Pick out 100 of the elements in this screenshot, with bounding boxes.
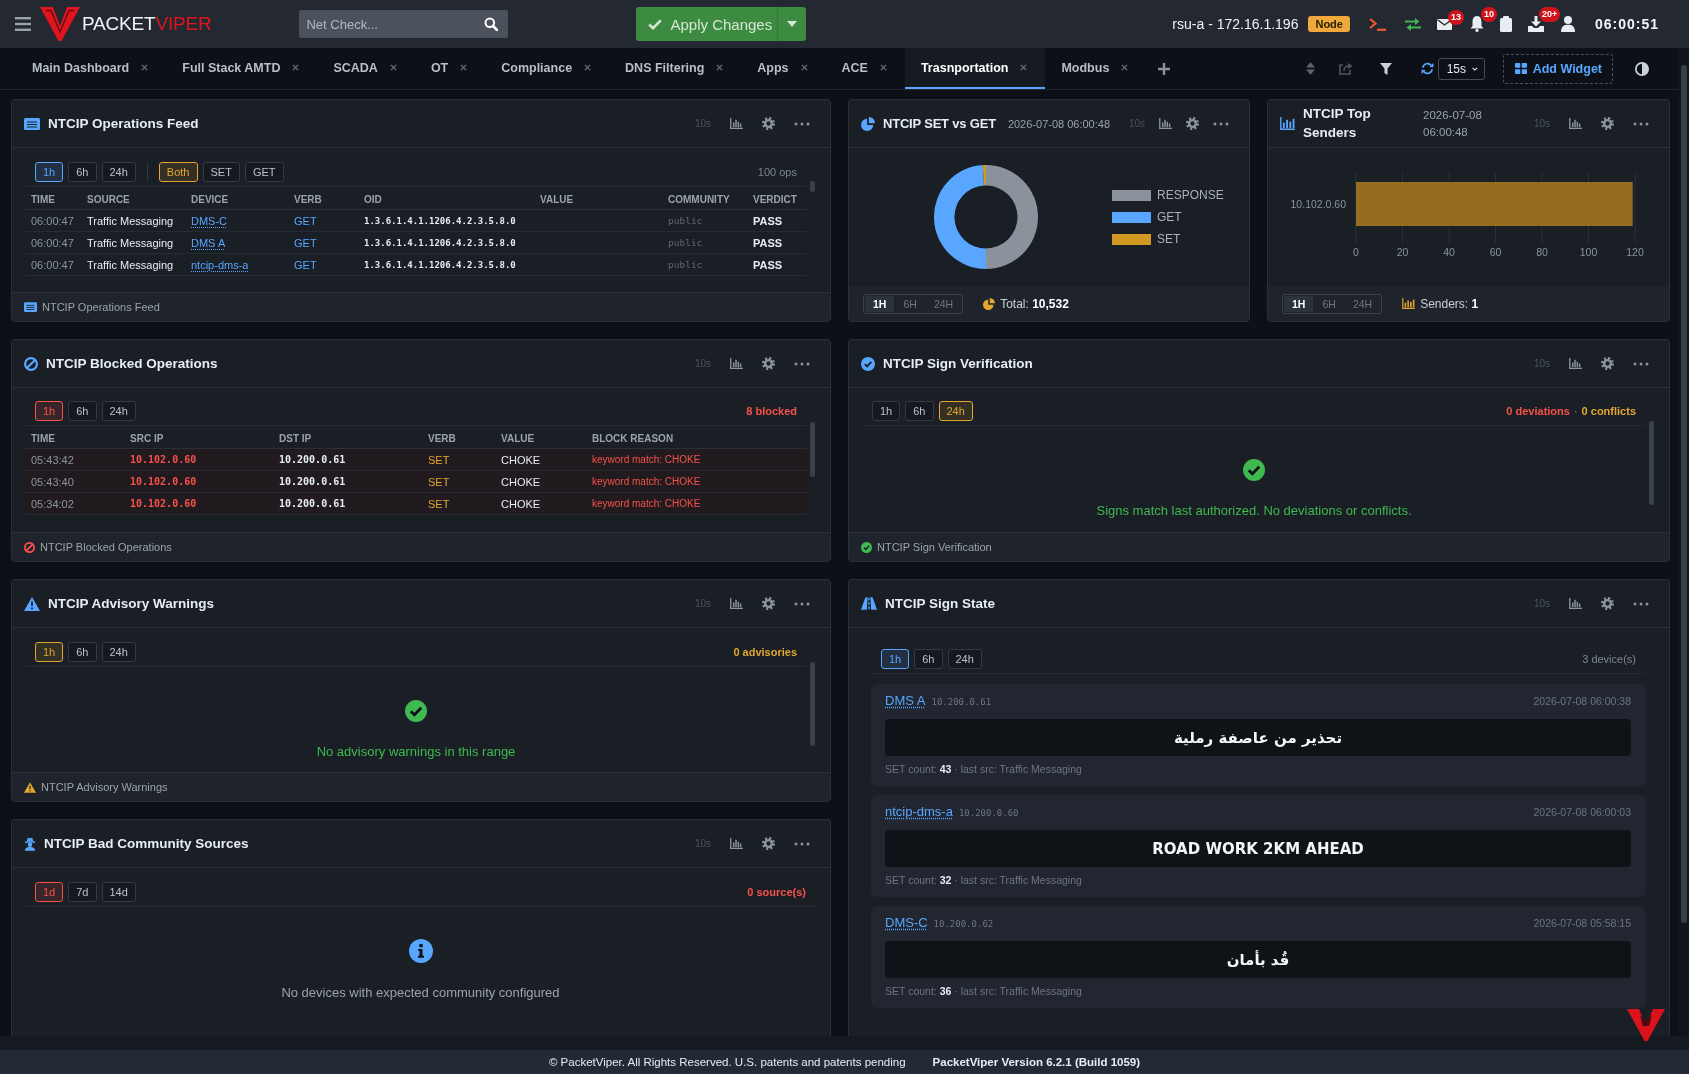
download-icon[interactable] bbox=[1527, 16, 1544, 32]
more-icon[interactable] bbox=[794, 841, 810, 846]
more-icon[interactable] bbox=[1633, 361, 1649, 366]
dropdown-button[interactable] bbox=[777, 7, 807, 41]
range-button[interactable]: 1h bbox=[35, 400, 64, 421]
bell-icon[interactable] bbox=[1469, 16, 1484, 32]
settings-icon[interactable] bbox=[762, 597, 775, 610]
bar-chart-icon[interactable] bbox=[1159, 118, 1172, 129]
share-icon[interactable] bbox=[1338, 62, 1353, 75]
range-button[interactable]: 7d bbox=[68, 881, 97, 902]
device-link[interactable]: DMS A bbox=[885, 693, 926, 708]
range-button[interactable]: 6h bbox=[905, 400, 934, 421]
more-icon[interactable] bbox=[794, 601, 810, 606]
tab[interactable]: Compliance bbox=[485, 48, 610, 89]
device-link[interactable]: DMS-C bbox=[191, 214, 228, 227]
sort-icon[interactable] bbox=[1305, 62, 1315, 75]
bar-chart-icon[interactable] bbox=[730, 838, 743, 849]
more-icon[interactable] bbox=[1633, 601, 1649, 606]
close-icon[interactable] bbox=[292, 64, 300, 71]
tab[interactable]: Main Dashboard bbox=[16, 48, 167, 89]
settings-icon[interactable] bbox=[762, 837, 775, 850]
range-button[interactable]: 1h bbox=[872, 400, 901, 421]
settings-icon[interactable] bbox=[1601, 117, 1614, 130]
range-button[interactable]: 6h bbox=[68, 161, 97, 182]
settings-icon[interactable] bbox=[762, 357, 775, 370]
range-button[interactable]: 1h bbox=[35, 641, 64, 662]
close-icon[interactable] bbox=[1020, 64, 1028, 71]
range-button[interactable]: 1H bbox=[865, 295, 895, 312]
menu-icon[interactable] bbox=[15, 17, 31, 31]
plus-icon[interactable] bbox=[1158, 62, 1171, 75]
search-field[interactable]: Net Check... bbox=[299, 10, 509, 38]
tab[interactable]: DNS Filtering bbox=[609, 48, 742, 89]
bar-chart-icon[interactable] bbox=[730, 598, 743, 609]
range-button[interactable]: Both bbox=[158, 161, 198, 182]
close-icon[interactable] bbox=[800, 64, 808, 71]
range-button[interactable]: 24h bbox=[101, 161, 136, 182]
range-button[interactable]: 1h bbox=[881, 648, 910, 669]
interval-select[interactable]: 15s bbox=[1437, 57, 1485, 80]
more-icon[interactable] bbox=[794, 361, 810, 366]
add-widget-button[interactable]: Add Widget bbox=[1502, 53, 1613, 84]
range-button[interactable]: 1h bbox=[35, 161, 64, 182]
bar-chart-icon[interactable] bbox=[1569, 598, 1582, 609]
settings-icon[interactable] bbox=[1601, 357, 1614, 370]
search-icon[interactable] bbox=[484, 17, 499, 31]
range-button[interactable]: 6h bbox=[68, 641, 97, 662]
device-link[interactable]: ntcip-dms-a bbox=[191, 258, 249, 271]
tab[interactable]: ACE bbox=[825, 48, 905, 89]
range-button[interactable]: 24h bbox=[101, 641, 136, 662]
tab[interactable]: Trasnportation bbox=[904, 48, 1046, 89]
scrollbar[interactable] bbox=[810, 662, 815, 746]
refresh-icon[interactable] bbox=[1420, 62, 1434, 75]
close-icon[interactable] bbox=[716, 64, 724, 71]
scrollbar[interactable] bbox=[810, 422, 815, 477]
swap-arrows-icon[interactable] bbox=[1404, 17, 1421, 31]
tab[interactable]: Apps bbox=[741, 48, 826, 89]
device-link[interactable]: ntcip-dms-a bbox=[885, 804, 953, 819]
device-link[interactable]: DMS A bbox=[191, 236, 226, 249]
range-button[interactable]: SET bbox=[202, 161, 240, 182]
tab[interactable]: Modbus bbox=[1045, 48, 1147, 89]
settings-icon[interactable] bbox=[762, 117, 775, 130]
close-icon[interactable] bbox=[389, 64, 397, 71]
range-button[interactable]: 1H bbox=[1284, 295, 1314, 312]
contrast-icon[interactable] bbox=[1635, 61, 1649, 76]
range-button[interactable]: 6h bbox=[68, 400, 97, 421]
bar-chart-icon[interactable] bbox=[1569, 118, 1582, 129]
settings-icon[interactable] bbox=[1601, 597, 1614, 610]
scrollbar[interactable] bbox=[1649, 421, 1654, 505]
close-icon[interactable] bbox=[1121, 64, 1129, 71]
bar-chart-icon[interactable] bbox=[730, 358, 743, 369]
more-icon[interactable] bbox=[1633, 121, 1649, 126]
clipboard-icon[interactable] bbox=[1499, 16, 1512, 32]
range-button[interactable]: 1d bbox=[35, 881, 64, 902]
tab[interactable]: OT bbox=[414, 48, 486, 89]
more-icon[interactable] bbox=[1213, 121, 1229, 126]
more-icon[interactable] bbox=[794, 121, 810, 126]
range-button[interactable]: 24h bbox=[947, 648, 982, 669]
tab[interactable]: Full Stack AMTD bbox=[166, 48, 318, 89]
logo-icon[interactable] bbox=[40, 7, 80, 41]
close-icon[interactable] bbox=[141, 64, 149, 71]
range-button[interactable]: 24h bbox=[101, 400, 136, 421]
close-icon[interactable] bbox=[879, 64, 887, 71]
settings-icon[interactable] bbox=[1186, 117, 1199, 130]
bar-chart-icon[interactable] bbox=[730, 118, 743, 129]
terminal-icon[interactable] bbox=[1368, 17, 1386, 31]
bar-chart-icon[interactable] bbox=[1569, 358, 1582, 369]
scrollbar[interactable] bbox=[810, 181, 815, 192]
user-icon[interactable] bbox=[1560, 16, 1575, 32]
range-button[interactable]: 24h bbox=[938, 400, 973, 421]
check-circle-icon bbox=[405, 700, 427, 722]
range-button[interactable]: 6h bbox=[914, 648, 943, 669]
range-button[interactable]: GET bbox=[244, 161, 284, 182]
close-icon[interactable] bbox=[584, 64, 592, 71]
device-link[interactable]: DMS-C bbox=[885, 915, 928, 930]
scrollbar[interactable] bbox=[1681, 65, 1687, 923]
tab[interactable]: SCADA bbox=[317, 48, 415, 89]
filter-icon[interactable] bbox=[1379, 62, 1392, 75]
mail-icon[interactable] bbox=[1436, 18, 1452, 30]
close-icon[interactable] bbox=[460, 64, 468, 71]
range-button[interactable]: 14d bbox=[101, 881, 136, 902]
separator-dot: · bbox=[1573, 404, 1578, 417]
